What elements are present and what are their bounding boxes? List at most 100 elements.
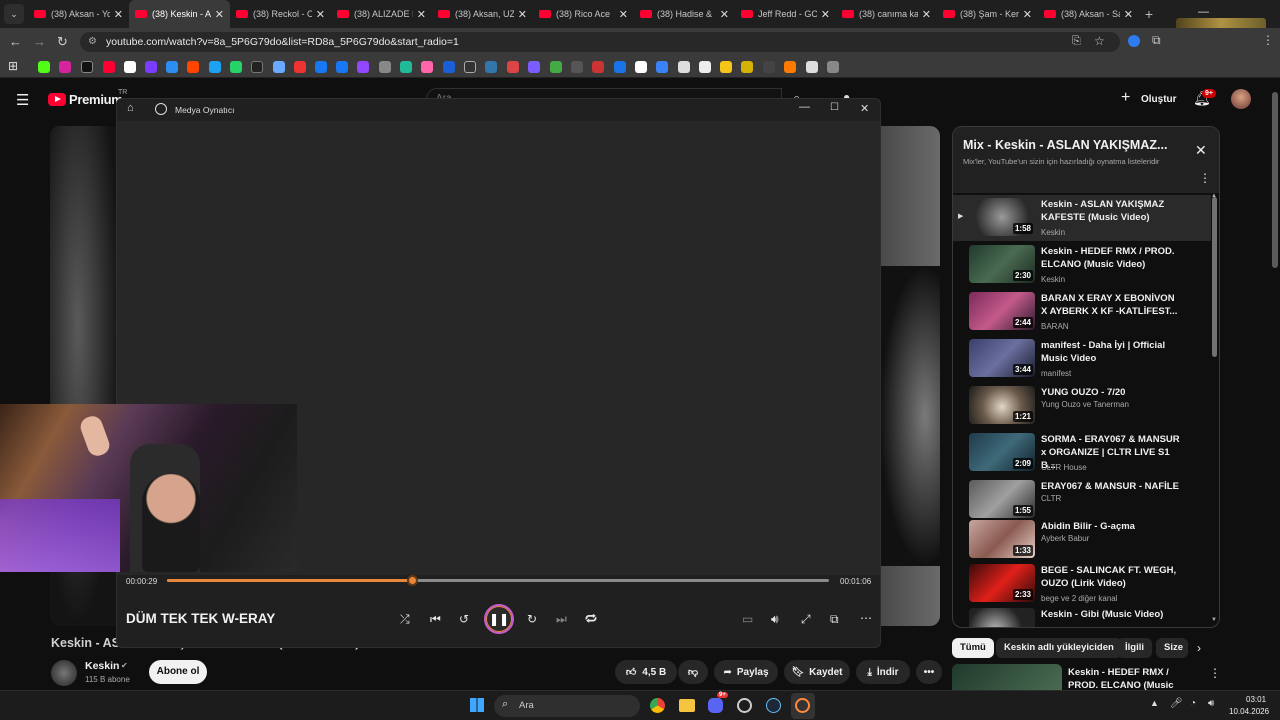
playlist-item[interactable]: Keskin - Gibi (Music Video) (953, 605, 1211, 627)
rewind-10-icon[interactable]: ↺ (459, 612, 469, 626)
bookmark-icon[interactable] (827, 61, 839, 73)
browser-tab[interactable]: (38) canıma ka ✕ (836, 0, 937, 28)
bookmark-icon[interactable] (421, 61, 433, 73)
bookmark-icon[interactable] (145, 61, 157, 73)
bookmark-icon[interactable] (678, 61, 690, 73)
scroll-down-icon[interactable]: ▼ (1211, 617, 1217, 623)
play-pause-button[interactable]: ❚❚ (484, 604, 514, 634)
close-tab-icon[interactable]: ✕ (417, 8, 426, 21)
apps-grid-icon[interactable]: ⊞ (8, 59, 18, 73)
playlist-item[interactable]: 1:33 Abidin Bilir - G-açma Ayberk Babur (953, 517, 1211, 563)
close-tab-icon[interactable]: ✕ (518, 8, 527, 21)
browser-tab[interactable]: (38) Rico Ace ✕ (533, 0, 634, 28)
playlist-item[interactable]: 2:33 BEGE - SALINCAK FT. WEGH, OUZO (Lir… (953, 561, 1211, 607)
volume-tray-icon[interactable]: 🔊︎ (1208, 698, 1214, 709)
media-player-taskbar-icon[interactable] (791, 693, 815, 719)
youtube-brand[interactable]: Premium (69, 92, 123, 107)
close-tab-icon[interactable]: ✕ (720, 8, 729, 21)
discord-icon[interactable] (708, 698, 723, 713)
back-arrow-icon[interactable]: ← (9, 34, 22, 49)
window-minimize-icon[interactable]: — (799, 101, 810, 113)
browser-tab[interactable]: Jeff Redd - GO ✕ (735, 0, 836, 28)
previous-track-icon[interactable]: ⏮︎ (430, 612, 441, 626)
browser-tab[interactable]: (38) Aksan - Yo ✕ (28, 0, 129, 28)
chip-related[interactable]: İlgili (1117, 638, 1152, 658)
install-app-icon[interactable]: ⎘ (1072, 35, 1081, 48)
chip-from-uploader[interactable]: Keskin adlı yükleyiciden (996, 638, 1122, 658)
tab-search-icon[interactable]: ⌄ (4, 4, 24, 24)
chip-all[interactable]: Tümü (952, 638, 994, 658)
shuffle-icon[interactable]: ⤮ (400, 612, 410, 626)
scroll-up-icon[interactable]: ▲ (1211, 193, 1217, 199)
window-maximize-icon[interactable]: ☐ (830, 102, 839, 113)
bookmark-icon[interactable] (485, 61, 497, 73)
channel-name[interactable]: Keskin (85, 660, 119, 672)
seek-bar-thumb[interactable] (406, 575, 418, 586)
chrome-taskbar-icon[interactable] (650, 698, 665, 713)
bookmark-icon[interactable] (357, 61, 369, 73)
bookmark-star-icon[interactable]: ☆ (1094, 34, 1105, 48)
channel-avatar[interactable] (51, 660, 77, 686)
bookmark-icon[interactable] (443, 61, 455, 73)
bookmark-icon[interactable] (571, 61, 583, 73)
next-track-icon[interactable]: ⏭︎ (556, 612, 567, 626)
playlist-menu-icon[interactable]: ⋮ (1199, 171, 1211, 185)
chip-for-you[interactable]: Size (1156, 638, 1188, 658)
like-button[interactable]: 👍︎ 4,5 B (615, 660, 677, 684)
extensions-puzzle-icon[interactable]: ⧉ (1152, 33, 1161, 48)
recommended-menu-icon[interactable]: ⋮ (1209, 666, 1221, 680)
bookmark-icon[interactable] (315, 61, 327, 73)
wifi-icon[interactable]: ◔ (1190, 698, 1196, 709)
window-close-icon[interactable]: ✕ (860, 102, 869, 115)
site-info-icon[interactable]: ⚙ (88, 36, 97, 47)
forward-arrow-icon[interactable]: → (33, 34, 46, 49)
browser-tab[interactable]: (38) ALIZADE I ✕ (331, 0, 432, 28)
browser-tab[interactable]: (38) Şam - Ker ✕ (937, 0, 1038, 28)
browser-tab-active[interactable]: (38) Keskin - A ✕ (129, 0, 230, 28)
youtube-logo-icon[interactable] (48, 93, 66, 106)
extension-icon[interactable] (1128, 35, 1140, 47)
subscribe-button[interactable]: Abone ol (149, 660, 207, 684)
browser-tab[interactable]: (38) Reckol - O ✕ (230, 0, 331, 28)
window-minimize-icon[interactable]: — (1198, 6, 1209, 18)
bookmark-icon[interactable] (507, 61, 519, 73)
bookmark-icon[interactable] (806, 61, 818, 73)
home-icon[interactable]: ⌂ (127, 102, 134, 114)
close-tab-icon[interactable]: ✕ (821, 8, 830, 21)
repeat-icon[interactable]: 🔁︎ (585, 612, 597, 626)
playlist-item[interactable]: 1:21 YUNG OUZO - 7/20 Yung Ouzo ve Taner… (953, 383, 1211, 429)
bookmark-icon[interactable] (400, 61, 412, 73)
miniplayer-icon[interactable]: ⧉ (830, 612, 839, 626)
bookmark-icon[interactable] (187, 61, 199, 73)
bookmark-icon[interactable] (550, 61, 562, 73)
browser-tab[interactable]: (38) Aksan - Sa ✕ (1038, 0, 1139, 28)
bookmark-icon[interactable] (464, 61, 476, 73)
tray-overflow-icon[interactable]: ▲ (1150, 698, 1159, 708)
browser-tab[interactable]: (38) Hadise & ✕ (634, 0, 735, 28)
bookmark-icon[interactable] (124, 61, 136, 73)
close-tab-icon[interactable]: ✕ (114, 8, 123, 21)
bookmark-icon[interactable] (38, 61, 50, 73)
close-tab-icon[interactable]: ✕ (316, 8, 325, 21)
bookmark-icon[interactable] (741, 61, 753, 73)
account-avatar[interactable] (1231, 89, 1251, 109)
playlist-item-current[interactable]: ▶ 1:58 Keskin - ASLAN YAKIŞMAZ KAFESTE (… (953, 195, 1211, 241)
playlist-item[interactable]: 2:09 SORMA - ERAY067 & MANSUR x ORGANIZE… (953, 430, 1211, 476)
recommended-thumbnail[interactable] (952, 664, 1062, 690)
subtitles-icon[interactable]: ▭ (742, 612, 753, 626)
close-playlist-icon[interactable]: ✕ (1195, 142, 1207, 159)
bookmark-icon[interactable] (720, 61, 732, 73)
playlist-item[interactable]: 2:44 BARAN X ERAY X EBONİVON X AYBERK X … (953, 289, 1211, 335)
volume-icon[interactable]: 🔊︎ (771, 612, 779, 626)
file-explorer-icon[interactable] (679, 699, 695, 712)
windows-start-icon[interactable] (470, 698, 484, 712)
create-label[interactable]: Oluştur (1141, 94, 1177, 105)
bookmark-icon[interactable] (614, 61, 626, 73)
close-tab-icon[interactable]: ✕ (619, 8, 628, 21)
clock-date[interactable]: 10.04.2026 (1229, 707, 1269, 716)
bookmark-icon[interactable] (230, 61, 242, 73)
close-tab-icon[interactable]: ✕ (922, 8, 931, 21)
playlist-item[interactable]: 3:44 manifest - Daha İyi | Official Musi… (953, 336, 1211, 382)
hamburger-menu-icon[interactable]: ☰ (16, 91, 29, 109)
browser-tab[interactable]: (38) Aksan, UZ ✕ (432, 0, 533, 28)
